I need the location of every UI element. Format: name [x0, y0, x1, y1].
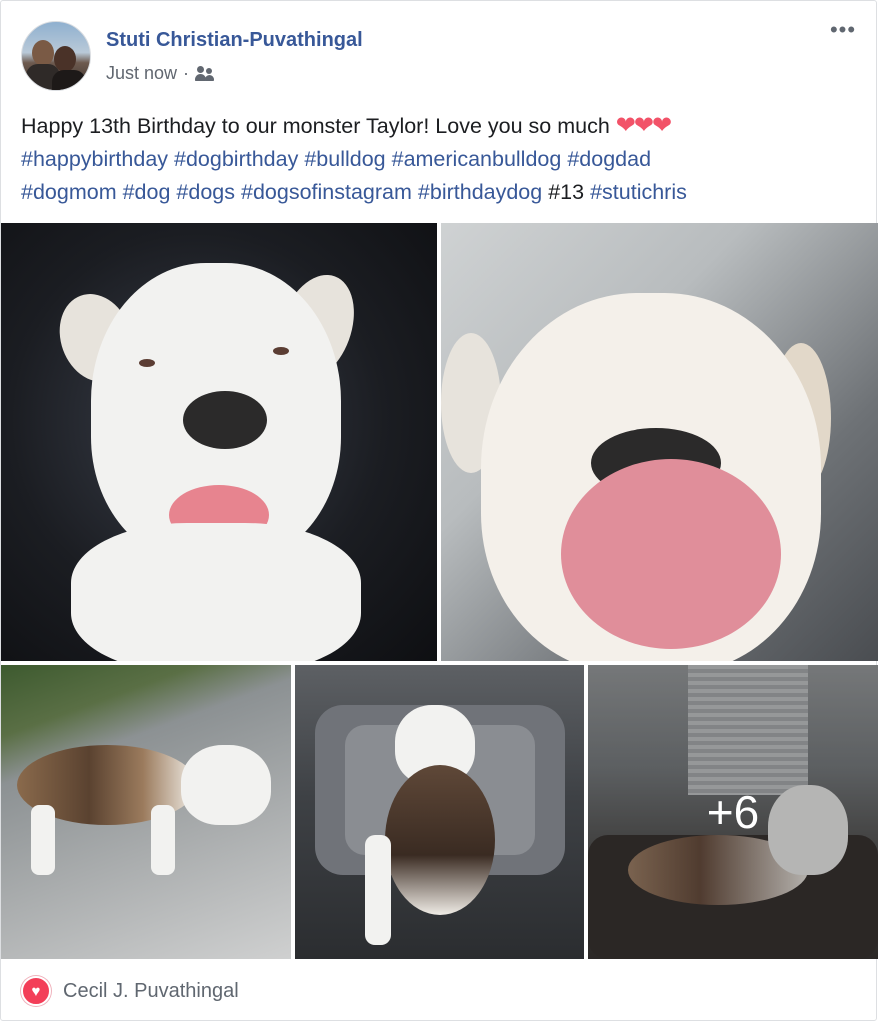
- post-meta: Just now ·: [106, 63, 215, 84]
- hashtag[interactable]: #americanbulldog: [392, 147, 562, 171]
- timestamp[interactable]: Just now: [106, 63, 177, 84]
- hashtag[interactable]: #stutichris: [590, 180, 687, 204]
- hashtag[interactable]: #happybirthday: [21, 147, 168, 171]
- more-photos-count: +6: [706, 786, 760, 838]
- avatar[interactable]: [21, 21, 91, 91]
- photo-5[interactable]: +6: [588, 665, 878, 959]
- hashtag[interactable]: #dogs: [176, 180, 235, 204]
- hashtag[interactable]: #dogdad: [567, 147, 651, 171]
- photo-4[interactable]: [295, 665, 584, 959]
- post-message: Happy 13th Birthday to our monster Taylo…: [21, 109, 861, 209]
- post-card: Stuti Christian-Puvathingal Just now · •…: [0, 0, 878, 1021]
- hearts-emoji: ❤❤❤: [615, 112, 672, 139]
- photo-3[interactable]: [1, 665, 291, 959]
- hashtag[interactable]: #dogsofinstagram: [241, 180, 412, 204]
- message-text: Happy 13th Birthday to our monster Taylo…: [21, 114, 610, 138]
- photo-1[interactable]: [1, 223, 437, 661]
- hashtag[interactable]: #dogbirthday: [174, 147, 298, 171]
- author-name[interactable]: Stuti Christian-Puvathingal: [106, 29, 363, 52]
- post-header: Stuti Christian-Puvathingal Just now · •…: [21, 19, 861, 91]
- reactions-bar: ♥ Cecil J. Puvathingal: [21, 976, 239, 1006]
- plain-tag: #13: [548, 180, 585, 204]
- hashtag[interactable]: #bulldog: [304, 147, 385, 171]
- hashtag[interactable]: #dog: [123, 180, 171, 204]
- photo-grid: +6: [1, 223, 878, 959]
- love-reaction-icon[interactable]: ♥: [21, 976, 51, 1006]
- hashtag[interactable]: #dogmom: [21, 180, 117, 204]
- hashtag[interactable]: #birthdaydog: [418, 180, 542, 204]
- more-photos-overlay[interactable]: +6: [588, 665, 878, 959]
- meta-separator: ·: [183, 63, 190, 83]
- photo-2[interactable]: [441, 223, 878, 661]
- friends-icon[interactable]: [195, 65, 215, 82]
- more-options-icon[interactable]: •••: [825, 19, 861, 43]
- reactor-name[interactable]: Cecil J. Puvathingal: [63, 980, 239, 1003]
